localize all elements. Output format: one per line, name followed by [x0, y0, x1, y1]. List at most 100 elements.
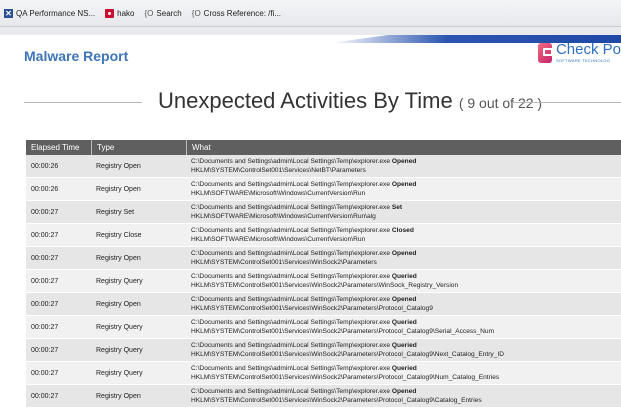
logo-text: Check Po [555, 41, 621, 58]
what-path-line: C:\Documents and Settings\admin\Local Se… [191, 364, 417, 373]
process-path: C:\Documents and Settings\admin\Local Se… [191, 296, 391, 303]
action-label: Opened [391, 181, 417, 188]
section-title: Unexpected Activities By Time ( 9 out of… [158, 88, 542, 114]
what-cell: C:\Documents and Settings\admin\Local Se… [186, 155, 621, 177]
action-label: Queried [391, 319, 417, 326]
table-header: Elapsed Time Type What [26, 140, 621, 155]
action-label: Closed [391, 227, 414, 234]
elapsed-time-cell: 00:00:27 [31, 392, 59, 400]
table-row: 00:00:27 Registry Query C:\Documents and S… [26, 270, 621, 293]
table-row: 00:00:26 Registry Open C:\Documents and Se… [26, 155, 621, 178]
table-row: 00:00:27 Registry Open C:\Documents and Se… [26, 247, 621, 270]
process-path: C:\Documents and Settings\admin\Local Se… [191, 273, 391, 280]
what-cell: C:\Documents and Settings\admin\Local Se… [186, 293, 621, 315]
page-top-strip [0, 27, 621, 35]
action-label: Opened [391, 388, 417, 395]
registry-key: HKLM\SYSTEM\ControlSet001\Services\WinSo… [191, 397, 482, 404]
hako-icon [105, 8, 115, 18]
type-cell: Registry Query [96, 323, 143, 331]
elapsed-time-cell: 00:00:27 [31, 346, 59, 354]
registry-key: HKLM\SYSTEM\ControlSet001\Services\WinSo… [191, 374, 500, 381]
table-row: 00:00:26 Registry Open C:\Documents and Se… [26, 178, 621, 201]
what-path-line: C:\Documents and Settings\admin\Local Se… [191, 387, 416, 396]
registry-key: HKLM\SOFTWARE\Microsoft\Windows\CurrentV… [191, 190, 366, 197]
table-row: 00:00:27 Registry Open C:\Documents and Se… [26, 293, 621, 316]
column-header-elapsed-time[interactable]: Elapsed Time [26, 140, 91, 155]
what-path-line: C:\Documents and Settings\admin\Local Se… [191, 203, 402, 212]
elapsed-time-cell: 00:00:26 [31, 185, 59, 193]
check-point-logo: Check Po SOFTWARE TECHNOLOG [538, 40, 621, 70]
table-row: 00:00:27 Registry Query C:\Documents and S… [26, 316, 621, 339]
process-path: C:\Documents and Settings\admin\Local Se… [191, 365, 391, 372]
what-cell: C:\Documents and Settings\admin\Local Se… [186, 201, 621, 223]
type-cell: Registry Open [96, 162, 141, 170]
what-path-line: C:\Documents and Settings\admin\Local Se… [191, 341, 417, 350]
divider [24, 102, 142, 103]
table-row: 00:00:27 Registry Open C:\Documents and Se… [26, 385, 621, 408]
registry-key: HKLM\SYSTEM\ControlSet001\Services\WinSo… [191, 282, 459, 289]
process-path: C:\Documents and Settings\admin\Local Se… [191, 204, 391, 211]
process-path: C:\Documents and Settings\admin\Local Se… [191, 250, 391, 257]
section-count: ( 9 out of 22 ) [458, 95, 543, 111]
elapsed-time-cell: 00:00:27 [31, 208, 59, 216]
elapsed-time-cell: 00:00:27 [31, 369, 59, 377]
registry-key: HKLM\SYSTEM\ControlSet001\Services\WinSo… [191, 328, 495, 335]
report-title: Malware Report [24, 48, 129, 64]
bookmark-label: Search [156, 8, 182, 18]
what-path-line: C:\Documents and Settings\admin\Local Se… [191, 226, 414, 235]
action-label: Queried [391, 273, 417, 280]
column-header-type[interactable]: Type [91, 140, 186, 155]
elapsed-time-cell: 00:00:27 [31, 231, 59, 239]
registry-key: HKLM\SYSTEM\ControlSet001\Services\NetBT… [191, 167, 366, 174]
what-cell: C:\Documents and Settings\admin\Local Se… [186, 339, 621, 361]
process-path: C:\Documents and Settings\admin\Local Se… [191, 227, 391, 234]
bookmarks-bar: ✕ QA Performance NS... hako {O Search {O… [0, 0, 621, 27]
what-path-line: C:\Documents and Settings\admin\Local Se… [191, 318, 417, 327]
table-row: 00:00:27 Registry Query C:\Documents and S… [26, 362, 621, 385]
activities-table: Elapsed Time Type What 00:00:26 Registry … [26, 140, 621, 408]
registry-key: HKLM\SOFTWARE\Microsoft\Windows\CurrentV… [191, 213, 376, 220]
what-cell: C:\Documents and Settings\admin\Local Se… [186, 247, 621, 269]
action-label: Opened [391, 296, 417, 303]
what-cell: C:\Documents and Settings\admin\Local Se… [186, 385, 621, 407]
column-header-what[interactable]: What [186, 140, 621, 155]
process-path: C:\Documents and Settings\admin\Local Se… [191, 181, 391, 188]
type-cell: Registry Close [96, 231, 142, 239]
what-path-line: C:\Documents and Settings\admin\Local Se… [191, 157, 416, 166]
action-label: Opened [391, 158, 417, 165]
bookmark-cross-reference[interactable]: {O Cross Reference: /fi... [192, 9, 281, 18]
action-label: Set [391, 204, 403, 211]
elapsed-time-cell: 00:00:26 [31, 162, 59, 170]
what-path-line: C:\Documents and Settings\admin\Local Se… [191, 272, 417, 281]
qa-icon: ✕ [4, 8, 13, 18]
bookmark-search[interactable]: {O Search [145, 9, 182, 18]
what-cell: C:\Documents and Settings\admin\Local Se… [186, 224, 621, 246]
process-path: C:\Documents and Settings\admin\Local Se… [191, 342, 391, 349]
what-path-line: C:\Documents and Settings\admin\Local Se… [191, 180, 416, 189]
bookmark-qa-performance[interactable]: ✕ QA Performance NS... [4, 8, 95, 18]
what-cell: C:\Documents and Settings\admin\Local Se… [186, 362, 621, 384]
what-path-line: C:\Documents and Settings\admin\Local Se… [191, 295, 416, 304]
elapsed-time-cell: 00:00:27 [31, 300, 59, 308]
type-cell: Registry Open [96, 300, 141, 308]
table-row: 00:00:27 Registry Close C:\Documents and S… [26, 224, 621, 247]
bookmark-label: Cross Reference: /fi... [203, 8, 282, 18]
brace-icon: {O [191, 8, 201, 18]
type-cell: Registry Open [96, 392, 141, 400]
brace-icon: {O [144, 8, 154, 18]
elapsed-time-cell: 00:00:27 [31, 323, 59, 331]
elapsed-time-cell: 00:00:27 [31, 277, 59, 285]
divider [512, 102, 621, 103]
table-row: 00:00:27 Registry Set C:\Documents and Set… [26, 201, 621, 224]
registry-key: HKLM\SYSTEM\ControlSet001\Services\WinSo… [191, 351, 504, 358]
bookmark-label: hako [117, 8, 135, 18]
what-cell: C:\Documents and Settings\admin\Local Se… [186, 316, 621, 338]
process-path: C:\Documents and Settings\admin\Local Se… [191, 158, 391, 165]
registry-key: HKLM\SYSTEM\ControlSet001\Services\WinSo… [191, 305, 433, 312]
registry-key: HKLM\SYSTEM\ControlSet001\Services\WinSo… [191, 259, 377, 266]
type-cell: Registry Open [96, 185, 141, 193]
bookmark-hako[interactable]: hako [105, 8, 135, 18]
report-header: Malware Report Check Po SOFTWARE TECHNOL… [0, 35, 621, 78]
type-cell: Registry Open [96, 254, 141, 262]
section-title-text: Unexpected Activities By Time [158, 88, 453, 113]
